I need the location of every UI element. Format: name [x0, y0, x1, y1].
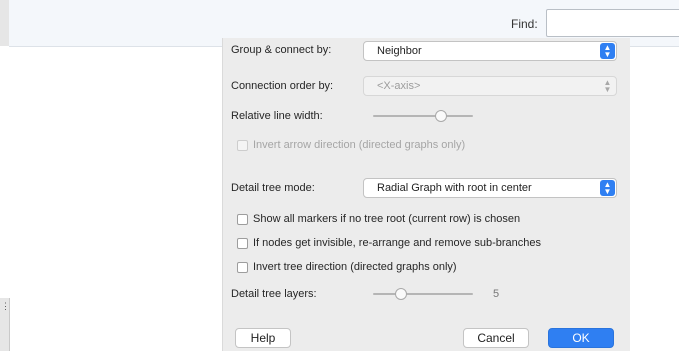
connection-order-label: Connection order by:: [231, 80, 334, 92]
detail-tree-mode-select[interactable]: Radial Graph with root in center ▲ ▼: [363, 178, 617, 198]
connection-order-select[interactable]: <X-axis> ▲ ▼: [363, 76, 617, 96]
rearrange-nodes-label: If nodes get invisible, re-arrange and r…: [253, 237, 541, 249]
group-connect-label: Group & connect by:: [231, 44, 332, 56]
select-arrow-icon: ▲ ▼: [603, 78, 612, 94]
settings-panel: Group & connect by: Neighbor ▲ ▼ Connecti…: [222, 38, 630, 351]
group-connect-value: Neighbor: [377, 45, 422, 57]
invert-arrow-label: Invert arrow direction (directed graphs …: [253, 139, 466, 151]
left-pane-handle[interactable]: ⋮: [1, 302, 10, 311]
relative-line-width-slider[interactable]: [373, 110, 473, 122]
relative-line-width-label: Relative line width:: [231, 110, 323, 122]
select-arrow-icon: ▲ ▼: [600, 180, 615, 196]
invert-tree-direction-checkbox[interactable]: [237, 262, 248, 273]
slider-track: [373, 115, 473, 117]
find-label: Find:: [511, 17, 538, 31]
rearrange-nodes-checkbox[interactable]: [237, 238, 248, 249]
detail-tree-mode-value: Radial Graph with root in center: [377, 182, 532, 194]
detail-tree-layers-label: Detail tree layers:: [231, 288, 317, 300]
group-connect-select[interactable]: Neighbor ▲ ▼: [363, 41, 617, 61]
detail-tree-layers-value: 5: [493, 288, 500, 300]
connection-order-value: <X-axis>: [377, 80, 421, 92]
detail-tree-layers-slider[interactable]: [373, 288, 473, 300]
ok-button[interactable]: OK: [548, 328, 614, 348]
slider-thumb[interactable]: [435, 110, 447, 122]
help-button[interactable]: Help: [235, 328, 291, 348]
slider-thumb[interactable]: [395, 288, 407, 300]
slider-track: [373, 293, 473, 295]
invert-tree-direction-label: Invert tree direction (directed graphs o…: [253, 261, 457, 273]
cancel-button[interactable]: Cancel: [463, 328, 529, 348]
detail-tree-mode-label: Detail tree mode:: [231, 182, 315, 194]
find-input[interactable]: [546, 9, 679, 37]
show-all-markers-checkbox[interactable]: [237, 214, 248, 225]
invert-arrow-checkbox[interactable]: [237, 140, 248, 151]
select-arrow-icon: ▲ ▼: [600, 43, 615, 59]
show-all-markers-label: Show all markers if no tree root (curren…: [253, 213, 521, 225]
